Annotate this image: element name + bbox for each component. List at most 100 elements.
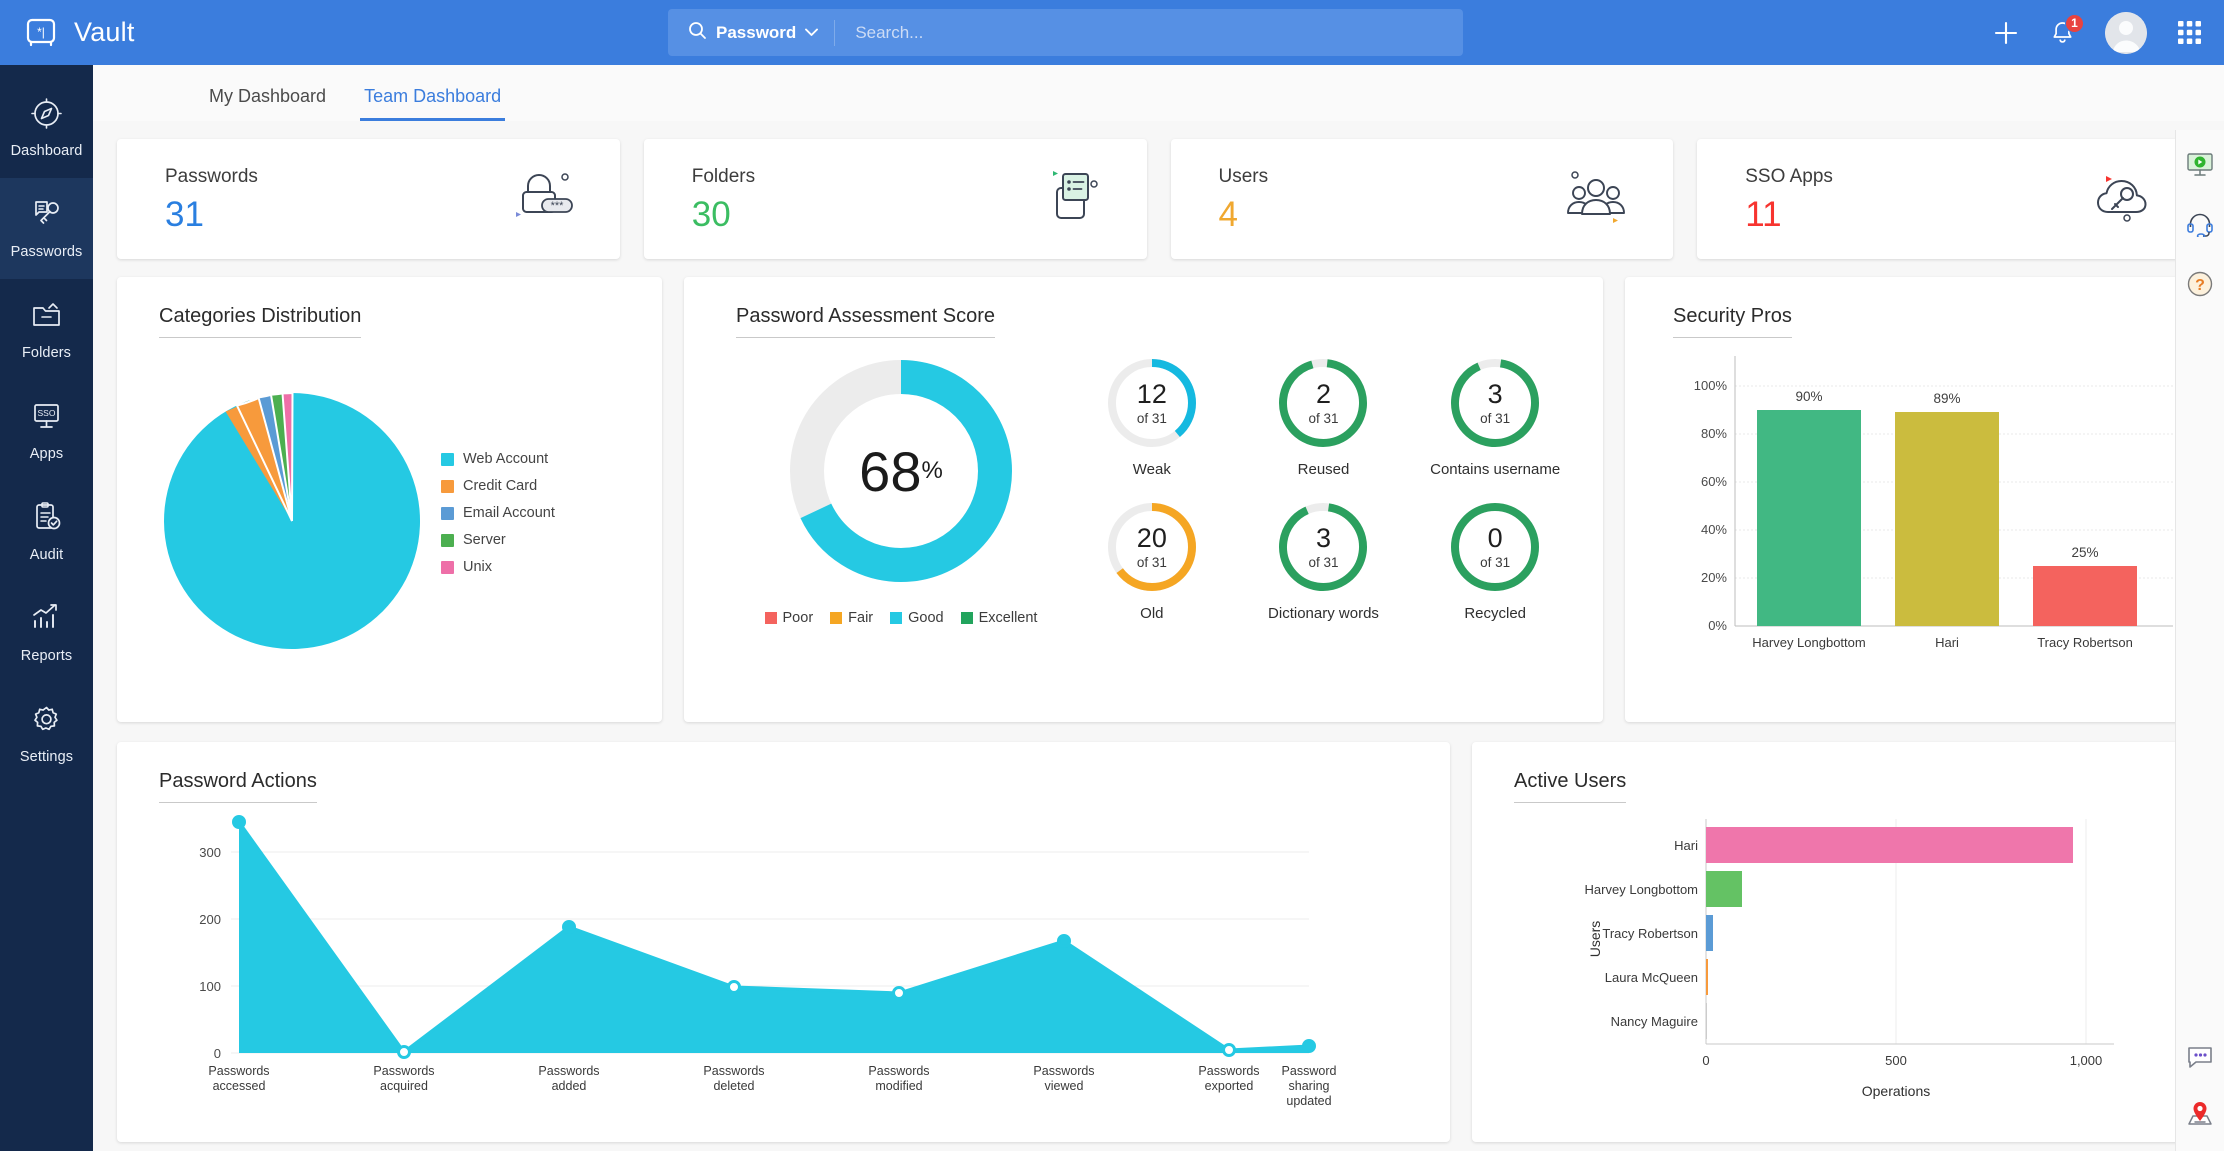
right-rail: ?	[2175, 130, 2224, 1151]
legend-item[interactable]: Web Account	[441, 451, 555, 467]
ring-label: Recycled	[1464, 605, 1527, 622]
sidebar-item-label: Dashboard	[10, 142, 83, 159]
search-category-selector[interactable]: Password	[668, 9, 834, 56]
tab-my-dashboard[interactable]: My Dashboard	[209, 86, 326, 121]
location-pin-icon[interactable]	[2185, 1100, 2215, 1133]
ring-inner: 3 of 31	[1276, 500, 1370, 594]
bar-data-label: 89%	[1933, 391, 1960, 406]
assessment-body: 68 % Poor Fair Good Excellent 12 of 31 W…	[736, 338, 1603, 626]
stat-card-sso-apps[interactable]: SSO Apps 11	[1697, 139, 2200, 259]
help-question-icon[interactable]: ?	[2186, 270, 2214, 303]
legend-item[interactable]: Excellent	[960, 610, 1037, 626]
ring-label: Old	[1140, 605, 1164, 622]
y-tick-label: 40%	[1701, 522, 1727, 537]
ring-total: of 31	[1308, 410, 1339, 426]
top-bar: *| Vault Password Search... 1	[0, 0, 2224, 65]
active-users-card: Active Users Hari Harvey Longbottom Trac…	[1472, 742, 2200, 1142]
x-tick-label: acquired	[380, 1079, 428, 1093]
sidebar-item-dashboard[interactable]: Dashboard	[0, 77, 93, 178]
key-document-icon	[30, 198, 63, 236]
legend-item[interactable]: Credit Card	[441, 478, 555, 494]
sidebar-item-folders[interactable]: Folders	[0, 279, 93, 380]
legend-item[interactable]: Good	[890, 610, 944, 626]
ring-value: 3	[1487, 378, 1503, 409]
sidebar-item-label: Passwords	[10, 243, 83, 260]
active-users-bar-chart: Hari Harvey Longbottom Tracy Robertson L…	[1585, 819, 2114, 1099]
right-rail-top: ?	[2176, 130, 2224, 303]
assessment-ring-dictionary-words[interactable]: 3 of 31 Dictionary words	[1238, 500, 1410, 622]
legend-item[interactable]: Poor	[764, 610, 813, 626]
ring-total: of 31	[1308, 554, 1339, 570]
clipboard-check-icon	[30, 501, 63, 539]
middle-row: Categories Distribution Web Account Cred…	[117, 277, 2200, 722]
assessment-ring-recycled[interactable]: 0 of 31 Recycled	[1409, 500, 1581, 622]
ring-inner: 12 of 31	[1105, 356, 1199, 450]
assessment-ring-old[interactable]: 20 of 31 Old	[1066, 500, 1238, 622]
stat-cards-row: Passwords 31 *** Folders 30 Users 4 SSO …	[117, 139, 2200, 259]
card-title: Password Actions	[159, 770, 317, 803]
search-icon	[688, 21, 707, 45]
bar-laura-mcqueen	[1706, 959, 1708, 995]
tab-team-dashboard[interactable]: Team Dashboard	[360, 86, 506, 121]
sidebar: Dashboard Passwords Folders SSO Apps Aud…	[0, 65, 93, 1151]
y-tick-label: Laura McQueen	[1605, 970, 1698, 985]
ring-total: of 31	[1136, 410, 1167, 426]
dashboard-scroll: Passwords 31 *** Folders 30 Users 4 SSO …	[93, 121, 2224, 1151]
data-point	[397, 1045, 411, 1059]
headset-support-icon[interactable]	[2186, 211, 2214, 242]
data-point	[562, 920, 576, 934]
vault-logo-icon: *|	[24, 16, 58, 50]
ring-value: 2	[1315, 378, 1331, 409]
ring-total: of 31	[1480, 410, 1511, 426]
avatar[interactable]	[2105, 11, 2147, 54]
add-button[interactable]	[1992, 19, 2020, 47]
assessment-ring-reused[interactable]: 2 of 31 Reused	[1238, 356, 1410, 478]
donut-legend: Poor Fair Good Excellent	[764, 610, 1037, 626]
card-title: Active Users	[1514, 770, 1627, 803]
legend-item[interactable]: Unix	[441, 559, 555, 575]
y-tick-label: Hari	[1674, 838, 1698, 853]
x-tick-label: added	[552, 1079, 587, 1093]
right-rail-bottom	[2176, 1045, 2224, 1133]
stat-value: 30	[691, 195, 731, 234]
x-tick-label: exported	[1205, 1079, 1254, 1093]
search-bar[interactable]: Password	[668, 9, 1463, 56]
sidebar-item-reports[interactable]: Reports	[0, 582, 93, 683]
assessment-ring-weak[interactable]: 12 of 31 Weak	[1066, 356, 1238, 478]
ring-label: Dictionary words	[1268, 605, 1379, 622]
legend-item[interactable]: Fair	[830, 610, 873, 626]
sidebar-item-audit[interactable]: Audit	[0, 481, 93, 582]
svg-text:SSO: SSO	[38, 408, 56, 418]
dashboard-tabs: My Dashboard Team Dashboard	[93, 65, 2224, 121]
bar-tracy-robertson	[2033, 566, 2137, 626]
stat-card-users[interactable]: Users 4	[1170, 139, 1674, 259]
notification-badge: 1	[2065, 13, 2084, 33]
stat-card-folders[interactable]: Folders 30	[643, 139, 1147, 259]
cloud-key-icon	[2086, 166, 2162, 233]
notifications-button[interactable]: 1	[2050, 13, 2084, 46]
legend-item[interactable]: Server	[441, 532, 555, 548]
brand[interactable]: *| Vault	[0, 16, 300, 50]
y-tick-label: 200	[199, 912, 221, 927]
sidebar-item-passwords[interactable]: Passwords	[0, 178, 93, 279]
sidebar-item-settings[interactable]: Settings	[0, 683, 93, 784]
password-actions-card: Password Actions 0 100 200 300 Passwords…	[117, 742, 1450, 1142]
security-pros-card: Security Pros 0% 20% 40% 60% 80% 100% 90…	[1625, 277, 2200, 722]
sidebar-item-apps[interactable]: SSO Apps	[0, 380, 93, 481]
video-monitor-icon[interactable]	[2186, 152, 2214, 183]
legend-label: Email Account	[463, 505, 555, 521]
y-tick-label: Tracy Robertson	[1602, 926, 1698, 941]
legend-item[interactable]: Email Account	[441, 505, 555, 521]
stat-card-passwords[interactable]: Passwords 31 ***	[117, 139, 620, 259]
bar-hari	[1706, 827, 2073, 863]
legend-swatch	[960, 612, 973, 624]
x-tick-label: Password	[1282, 1064, 1337, 1078]
chat-bubble-icon[interactable]	[2186, 1045, 2214, 1076]
search-input[interactable]	[835, 9, 1463, 56]
assessment-donut-chart: 68 %	[786, 356, 1016, 586]
assessment-ring-contains-username[interactable]: 3 of 31 Contains username	[1409, 356, 1581, 478]
bar-tracy-robertson	[1706, 915, 1713, 951]
gear-icon	[30, 703, 63, 741]
bar-harvey-longbottom	[1706, 871, 1742, 907]
apps-grid-button[interactable]	[2177, 20, 2202, 45]
